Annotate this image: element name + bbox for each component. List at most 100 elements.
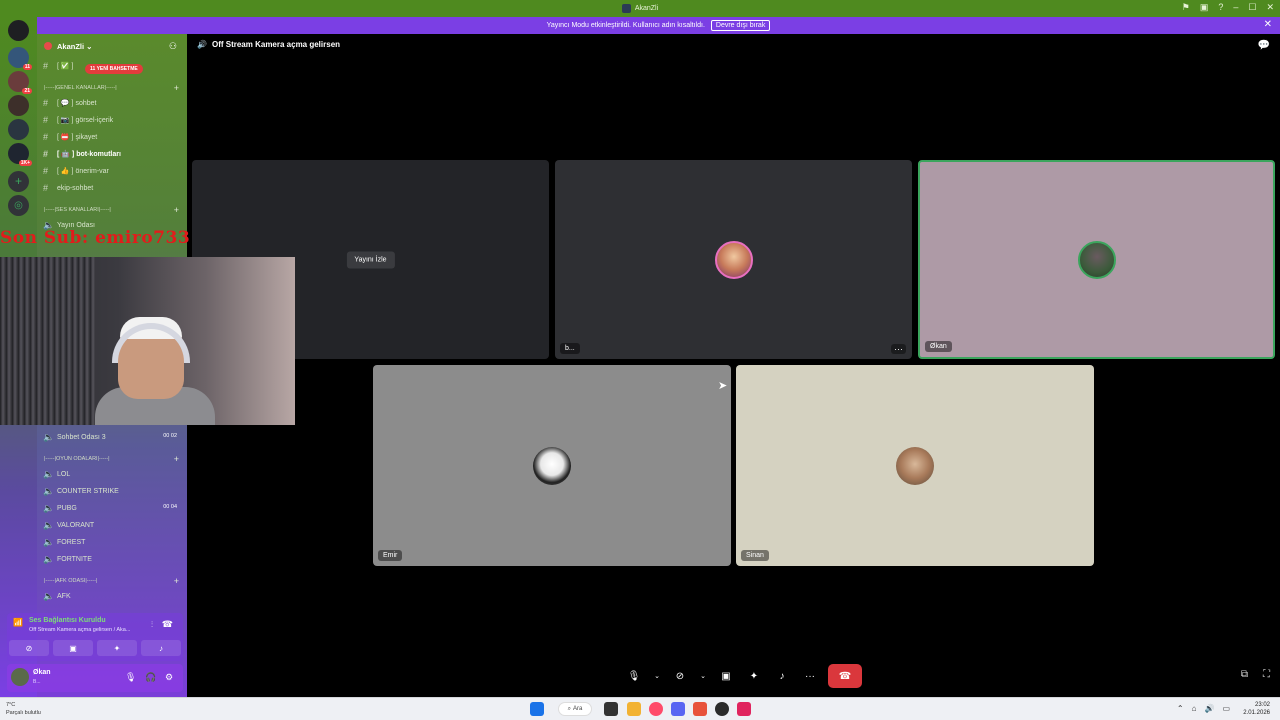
discord-home-icon[interactable] xyxy=(8,20,29,41)
chat-bubble-icon[interactable]: 💬 xyxy=(1258,40,1270,51)
taskbar-search[interactable]: ⌕ Ara xyxy=(558,702,592,716)
activities-icon[interactable]: ✦ xyxy=(744,666,764,686)
popout-icon[interactable]: ⧉ xyxy=(1241,669,1248,680)
voice-channel-lol[interactable]: 🔈 LOL xyxy=(43,468,70,480)
participant-tile[interactable]: b... ··· xyxy=(555,160,912,359)
maximize-button[interactable]: ☐ xyxy=(1248,2,1256,13)
noise-suppression-icon[interactable]: ⫶ xyxy=(151,620,153,630)
server-icon[interactable] xyxy=(8,95,29,116)
weather-widget[interactable]: 7°C Parçalı bulutlu xyxy=(6,701,41,717)
channel-gorsel-icerik[interactable]: #[ 📷 ] görsel-içerik xyxy=(43,114,113,126)
settings-gear-icon[interactable]: ⚙ xyxy=(165,672,173,683)
speaker-icon: 🔊 xyxy=(197,40,207,49)
microphone-icon[interactable]: 🎙 xyxy=(624,666,644,686)
webcam-overlay xyxy=(0,257,295,425)
file-explorer-icon[interactable] xyxy=(627,702,641,716)
category-games[interactable]: |-----|OYUN ODALARI|-----| xyxy=(44,456,110,462)
opera-icon[interactable] xyxy=(649,702,663,716)
window-titlebar: AkanZli xyxy=(0,0,1280,17)
disable-streamer-mode-button[interactable]: Devre dışı bırak xyxy=(710,20,771,31)
app-taskbar-icon[interactable] xyxy=(737,702,751,716)
battery-icon[interactable]: ▭ xyxy=(1222,704,1230,713)
channel-bot-komutlari[interactable]: #[ 🤖 ] bot-komutları xyxy=(43,148,121,160)
channel-onerim-var[interactable]: #[ 👍 ] önerim-var xyxy=(43,165,109,177)
disconnect-call-button[interactable]: ☎ xyxy=(828,664,862,688)
watch-stream-button[interactable]: Yayını İzle xyxy=(346,251,395,268)
voice-channel-pubg[interactable]: 🔈 PUBG xyxy=(43,502,77,514)
connection-signal-icon[interactable]: 📶 xyxy=(13,618,23,627)
windows-start-icon[interactable] xyxy=(530,702,544,716)
discord-taskbar-icon[interactable] xyxy=(671,702,685,716)
obs-icon[interactable] xyxy=(715,702,729,716)
headphones-icon[interactable]: 🎧 xyxy=(145,672,156,683)
app-taskbar-icon[interactable] xyxy=(693,702,707,716)
close-icon[interactable]: ✕ xyxy=(1264,19,1272,30)
channel-announcements[interactable]: #[ ✅ ] xyxy=(43,60,74,72)
voice-channel-afk[interactable]: 🔈 AFK xyxy=(43,590,71,602)
add-channel-icon[interactable]: + xyxy=(174,454,179,464)
chevron-down-icon[interactable]: ⌄ xyxy=(698,666,708,686)
channel-sohbet[interactable]: #[ 💬 ] sohbet xyxy=(43,97,96,109)
participant-tile-speaking[interactable]: Økan xyxy=(918,160,1275,359)
voice-connected-channel[interactable]: Off Stream Kamera açma gelirsen / Aka... xyxy=(29,627,130,633)
minimize-button[interactable]: – xyxy=(1233,2,1238,13)
close-window-button[interactable]: ✕ xyxy=(1266,2,1274,13)
add-server-icon[interactable]: + xyxy=(8,171,29,192)
fullscreen-icon[interactable]: ⛶ xyxy=(1263,669,1270,680)
screen-share-icon[interactable]: ▣ xyxy=(716,666,736,686)
soundboard-button[interactable]: ♪ xyxy=(141,640,181,656)
disconnect-icon[interactable]: ☎ xyxy=(162,619,173,630)
server-icon[interactable] xyxy=(8,119,29,140)
task-view-icon[interactable] xyxy=(604,702,618,716)
server-badge-icon xyxy=(44,42,52,50)
network-icon[interactable]: ⌂ xyxy=(1192,704,1197,713)
add-channel-icon[interactable]: + xyxy=(174,83,179,93)
new-mentions-pill[interactable]: 11 YENİ BAHSETME xyxy=(85,64,143,74)
voice-channel-sohbet-odasi-3[interactable]: 🔈 Sohbet Odası 3 xyxy=(43,431,106,443)
pin-icon[interactable]: ⚑ xyxy=(1182,2,1190,13)
speaker-icon: 🔈 xyxy=(43,468,55,479)
volume-icon[interactable]: 🔊 xyxy=(1204,704,1214,713)
voice-channel-counter-strike[interactable]: 🔈 COUNTER STRIKE xyxy=(43,485,119,497)
avatar[interactable] xyxy=(11,668,29,686)
participant-tile[interactable]: Sinan xyxy=(736,365,1094,566)
hash-icon: # xyxy=(43,98,49,108)
chevron-down-icon[interactable]: ⌄ xyxy=(652,666,662,686)
channel-ekip-sohbet[interactable]: # ekip-sohbet xyxy=(43,182,93,194)
category-general[interactable]: |-----|GENEL KANALLAR|-----| xyxy=(44,85,117,91)
add-channel-icon[interactable]: + xyxy=(174,576,179,586)
activities-button[interactable]: ✦ xyxy=(97,640,137,656)
server-name[interactable]: AkanZli ⌄ xyxy=(57,42,92,51)
camera-off-button[interactable]: ⊘ xyxy=(9,640,49,656)
soundboard-icon[interactable]: ♪ xyxy=(772,666,792,686)
webcam-curtain xyxy=(0,257,95,425)
server-icon[interactable]: 11 xyxy=(8,47,32,70)
channel-sikayet[interactable]: #[ 📛 ] şikayet xyxy=(43,131,97,143)
voice-channel-forest[interactable]: 🔈 FOREST xyxy=(43,536,85,548)
avatar xyxy=(1077,240,1116,279)
voice-connected-title[interactable]: Ses Bağlantısı Kuruldu xyxy=(29,617,106,624)
chevron-up-icon[interactable]: ⌃ xyxy=(1177,704,1184,713)
discover-icon[interactable]: ◎ xyxy=(8,195,29,216)
help-icon[interactable]: ? xyxy=(1218,2,1223,13)
screen-share-button[interactable]: ▣ xyxy=(53,640,93,656)
camera-off-icon[interactable]: ⊘ xyxy=(670,666,690,686)
username[interactable]: Økan xyxy=(33,669,51,676)
hash-icon: # xyxy=(43,149,49,159)
inbox-icon[interactable]: ▣ xyxy=(1200,2,1209,13)
voice-channel-valorant[interactable]: 🔈 VALORANT xyxy=(43,519,94,531)
category-afk[interactable]: |-----|AFK ODASI|-----| xyxy=(44,578,97,584)
microphone-icon[interactable]: 🎙 xyxy=(125,672,136,683)
windows-taskbar: 7°C Parçalı bulutlu ⌕ Ara ⌃ ⌂ 🔊 ▭ 23:02 2… xyxy=(0,697,1280,720)
category-voice[interactable]: |-----|SES KANALLARI|-----| xyxy=(44,207,111,213)
add-member-icon[interactable]: ⚇ xyxy=(169,41,177,52)
server-icon[interactable]: 21 xyxy=(8,71,32,94)
window-controls: ⚑ ▣ ? – ☐ ✕ xyxy=(1182,2,1274,13)
voice-channel-fortnite[interactable]: 🔈 FORTNITE xyxy=(43,553,92,565)
participant-tile[interactable]: Emir xyxy=(373,365,731,566)
add-channel-icon[interactable]: + xyxy=(174,205,179,215)
more-options-icon[interactable]: ··· xyxy=(800,666,820,686)
server-icon[interactable]: 1K+ xyxy=(8,143,32,166)
more-options-icon[interactable]: ··· xyxy=(891,344,906,354)
taskbar-clock[interactable]: 23:02 2.01.2026 xyxy=(1243,701,1270,717)
